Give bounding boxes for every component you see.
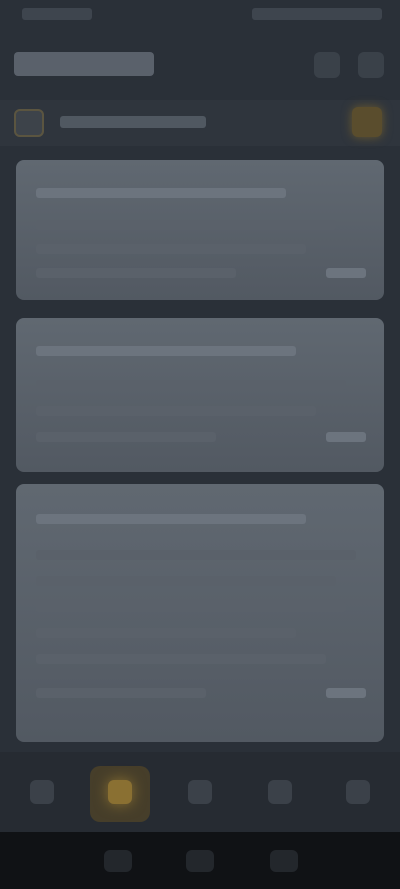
profile-icon [346,780,370,804]
card-line [36,380,346,390]
card-line [36,268,236,278]
menu-icon[interactable] [14,109,44,137]
chart-icon [268,780,292,804]
nav-item-stats[interactable] [250,766,310,822]
system-nav-bar [0,832,400,889]
filter-bar [0,100,400,146]
filter-icon[interactable] [352,107,382,137]
card-line [36,432,216,442]
card-title [36,188,286,198]
card-title [36,514,306,524]
app-header [0,30,400,100]
content-card[interactable] [16,484,384,742]
more-icon[interactable] [358,52,384,78]
card-line [36,576,336,586]
nav-item-favorites[interactable] [90,766,150,822]
home-icon[interactable] [186,850,214,872]
header-actions [314,52,384,78]
status-time [22,8,92,20]
search-icon[interactable] [314,52,340,78]
card-title [36,346,296,356]
bottom-nav [0,752,400,832]
status-indicators [252,8,382,20]
grid-icon [188,780,212,804]
card-line [36,688,206,698]
card-line [36,602,346,612]
card-line [36,550,356,560]
home-icon [30,780,54,804]
card-meta [326,268,366,278]
filter-label [60,116,206,128]
card-meta [326,688,366,698]
nav-item-grid[interactable] [170,766,230,822]
nav-item-home[interactable] [12,766,72,822]
card-meta [326,432,366,442]
star-icon [108,780,132,804]
card-line [36,628,296,638]
nav-item-profile[interactable] [328,766,388,822]
back-icon[interactable] [270,850,298,872]
recents-icon[interactable] [104,850,132,872]
card-line [36,406,316,416]
content-card[interactable] [16,318,384,472]
status-bar [0,0,400,30]
card-line [36,654,326,664]
page-title [14,52,154,76]
card-line [36,220,336,230]
card-line [36,244,306,254]
content-card[interactable] [16,160,384,300]
